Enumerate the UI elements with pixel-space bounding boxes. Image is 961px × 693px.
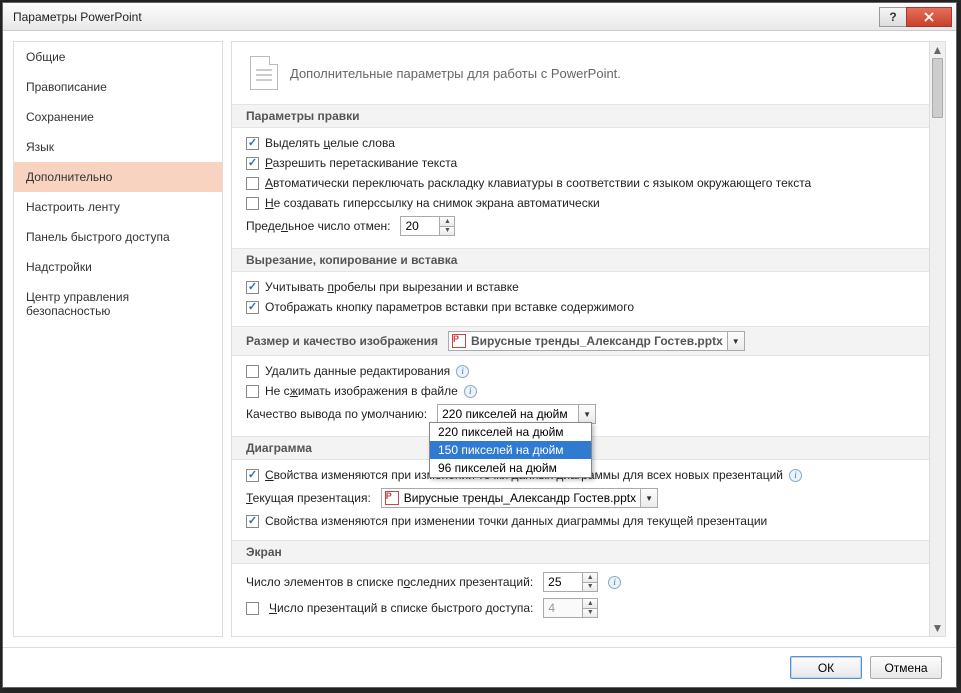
label-current-presentation: Текущая презентация: — [246, 491, 371, 505]
powerpoint-file-icon — [451, 333, 467, 349]
options-dialog: Параметры PowerPoint ? Общие Правописани… — [2, 2, 957, 688]
section-screen-header: Экран — [232, 540, 929, 564]
checkbox-quick-count[interactable] — [246, 602, 259, 615]
checkbox-select-whole-words[interactable] — [246, 137, 259, 150]
option-150[interactable]: 150 пикселей на дюйм — [430, 441, 591, 459]
spin-down[interactable]: ▼ — [440, 226, 454, 236]
label-paste-options: Отображать кнопку параметров вставки при… — [265, 300, 634, 314]
sidebar-item-general[interactable]: Общие — [14, 42, 222, 72]
window-title: Параметры PowerPoint — [13, 10, 880, 24]
combo-image-file[interactable]: Вирусные тренды_Александр Гостев.pptx ▼ — [448, 331, 745, 351]
info-icon[interactable]: i — [789, 469, 802, 482]
sidebar-item-quick-access[interactable]: Панель быстрого доступа — [14, 222, 222, 252]
label-discard-editing: Удалить данные редактирования — [265, 364, 450, 378]
section-cutcopy-header: Вырезание, копирование и вставка — [232, 248, 929, 272]
info-icon[interactable]: i — [456, 365, 469, 378]
option-96[interactable]: 96 пикселей на дюйм — [430, 459, 591, 477]
checkbox-no-hyperlink[interactable] — [246, 197, 259, 210]
document-icon — [250, 56, 278, 90]
sidebar-item-trust-center[interactable]: Центр управления безопасностью — [14, 282, 222, 326]
combo-default-quality-text: 220 пикселей на дюйм — [438, 407, 578, 421]
combo-current-presentation[interactable]: Вирусные тренды_Александр Гостев.pptx ▼ — [381, 488, 658, 508]
page-subtitle: Дополнительные параметры для работы с Po… — [290, 66, 621, 81]
info-icon[interactable]: i — [464, 385, 477, 398]
spinner-quick-count: ▲▼ — [543, 598, 598, 618]
input-quick-count — [544, 599, 582, 617]
content-pane: Дополнительные параметры для работы с Po… — [231, 41, 946, 637]
label-auto-keyboard: Автоматически переключать раскладку клав… — [265, 176, 811, 190]
label-no-compress: Не сжимать изображения в файле — [265, 384, 458, 398]
label-smart-spaces: Учитывать пробелы при вырезании и вставк… — [265, 280, 519, 294]
scrollbar-thumb[interactable] — [932, 58, 943, 118]
ok-button[interactable]: ОК — [790, 656, 862, 679]
label-select-whole-words: Выделять целые слова — [265, 136, 395, 150]
label-recent-count: Число элементов в списке последних презе… — [246, 575, 533, 589]
checkbox-paste-options[interactable] — [246, 301, 259, 314]
spin-down: ▼ — [583, 608, 597, 618]
checkbox-no-compress[interactable] — [246, 385, 259, 398]
spinner-recent-count[interactable]: ▲▼ — [543, 572, 598, 592]
close-button[interactable] — [906, 7, 952, 27]
chevron-down-icon[interactable]: ▼ — [640, 489, 657, 507]
sidebar-item-language[interactable]: Язык — [14, 132, 222, 162]
chevron-down-icon[interactable]: ▼ — [578, 405, 595, 423]
spin-down[interactable]: ▼ — [583, 582, 597, 592]
section-image-title: Размер и качество изображения — [246, 334, 438, 348]
checkbox-allow-drag[interactable] — [246, 157, 259, 170]
label-allow-drag: Разрешить перетаскивание текста — [265, 156, 457, 170]
section-image-header: Размер и качество изображения Вирусные т… — [232, 326, 929, 356]
spinner-undo-limit[interactable]: ▲▼ — [400, 216, 455, 236]
section-editing-header: Параметры правки — [232, 104, 929, 128]
cancel-button[interactable]: Отмена — [870, 656, 942, 679]
combo-default-quality[interactable]: 220 пикселей на дюйм ▼ — [437, 404, 596, 424]
label-chart-props-current: Свойства изменяются при изменении точки … — [265, 514, 767, 528]
help-button[interactable]: ? — [879, 7, 907, 27]
checkbox-discard-editing[interactable] — [246, 365, 259, 378]
sidebar-item-proofing[interactable]: Правописание — [14, 72, 222, 102]
checkbox-auto-keyboard[interactable] — [246, 177, 259, 190]
sidebar-item-ribbon[interactable]: Настроить ленту — [14, 192, 222, 222]
combo-current-presentation-text: Вирусные тренды_Александр Гостев.pptx — [400, 491, 640, 505]
label-undo-limit: Предельное число отмен: — [246, 219, 390, 233]
spin-up[interactable]: ▲ — [440, 217, 454, 226]
input-recent-count[interactable] — [544, 573, 582, 591]
scrollbar[interactable]: ▲ ▼ — [929, 42, 945, 636]
chevron-down-icon[interactable]: ▼ — [727, 332, 744, 350]
info-icon[interactable]: i — [608, 576, 621, 589]
spin-up[interactable]: ▲ — [583, 573, 597, 582]
scroll-up-icon[interactable]: ▲ — [930, 42, 945, 58]
label-default-quality: Качество вывода по умолчанию: — [246, 407, 427, 421]
sidebar-item-advanced[interactable]: Дополнительно — [14, 162, 222, 192]
combo-image-file-text: Вирусные тренды_Александр Гостев.pptx — [467, 334, 727, 348]
input-undo-limit[interactable] — [401, 217, 439, 235]
powerpoint-file-icon — [384, 490, 400, 506]
sidebar: Общие Правописание Сохранение Язык Допол… — [13, 41, 223, 637]
page-header: Дополнительные параметры для работы с Po… — [232, 42, 929, 104]
spin-up: ▲ — [583, 599, 597, 608]
checkbox-chart-props-all[interactable] — [246, 469, 259, 482]
dropdown-quality-options[interactable]: 220 пикселей на дюйм 150 пикселей на дюй… — [429, 422, 592, 478]
checkbox-chart-props-current[interactable] — [246, 515, 259, 528]
sidebar-item-addins[interactable]: Надстройки — [14, 252, 222, 282]
scroll-down-icon[interactable]: ▼ — [930, 620, 945, 636]
dialog-footer: ОК Отмена — [3, 647, 956, 687]
label-no-hyperlink: Не создавать гиперссылку на снимок экран… — [265, 196, 600, 210]
label-quick-count: Число презентаций в списке быстрого дост… — [269, 601, 533, 615]
titlebar: Параметры PowerPoint ? — [3, 3, 956, 31]
checkbox-smart-spaces[interactable] — [246, 281, 259, 294]
sidebar-item-save[interactable]: Сохранение — [14, 102, 222, 132]
option-220[interactable]: 220 пикселей на дюйм — [430, 423, 591, 441]
